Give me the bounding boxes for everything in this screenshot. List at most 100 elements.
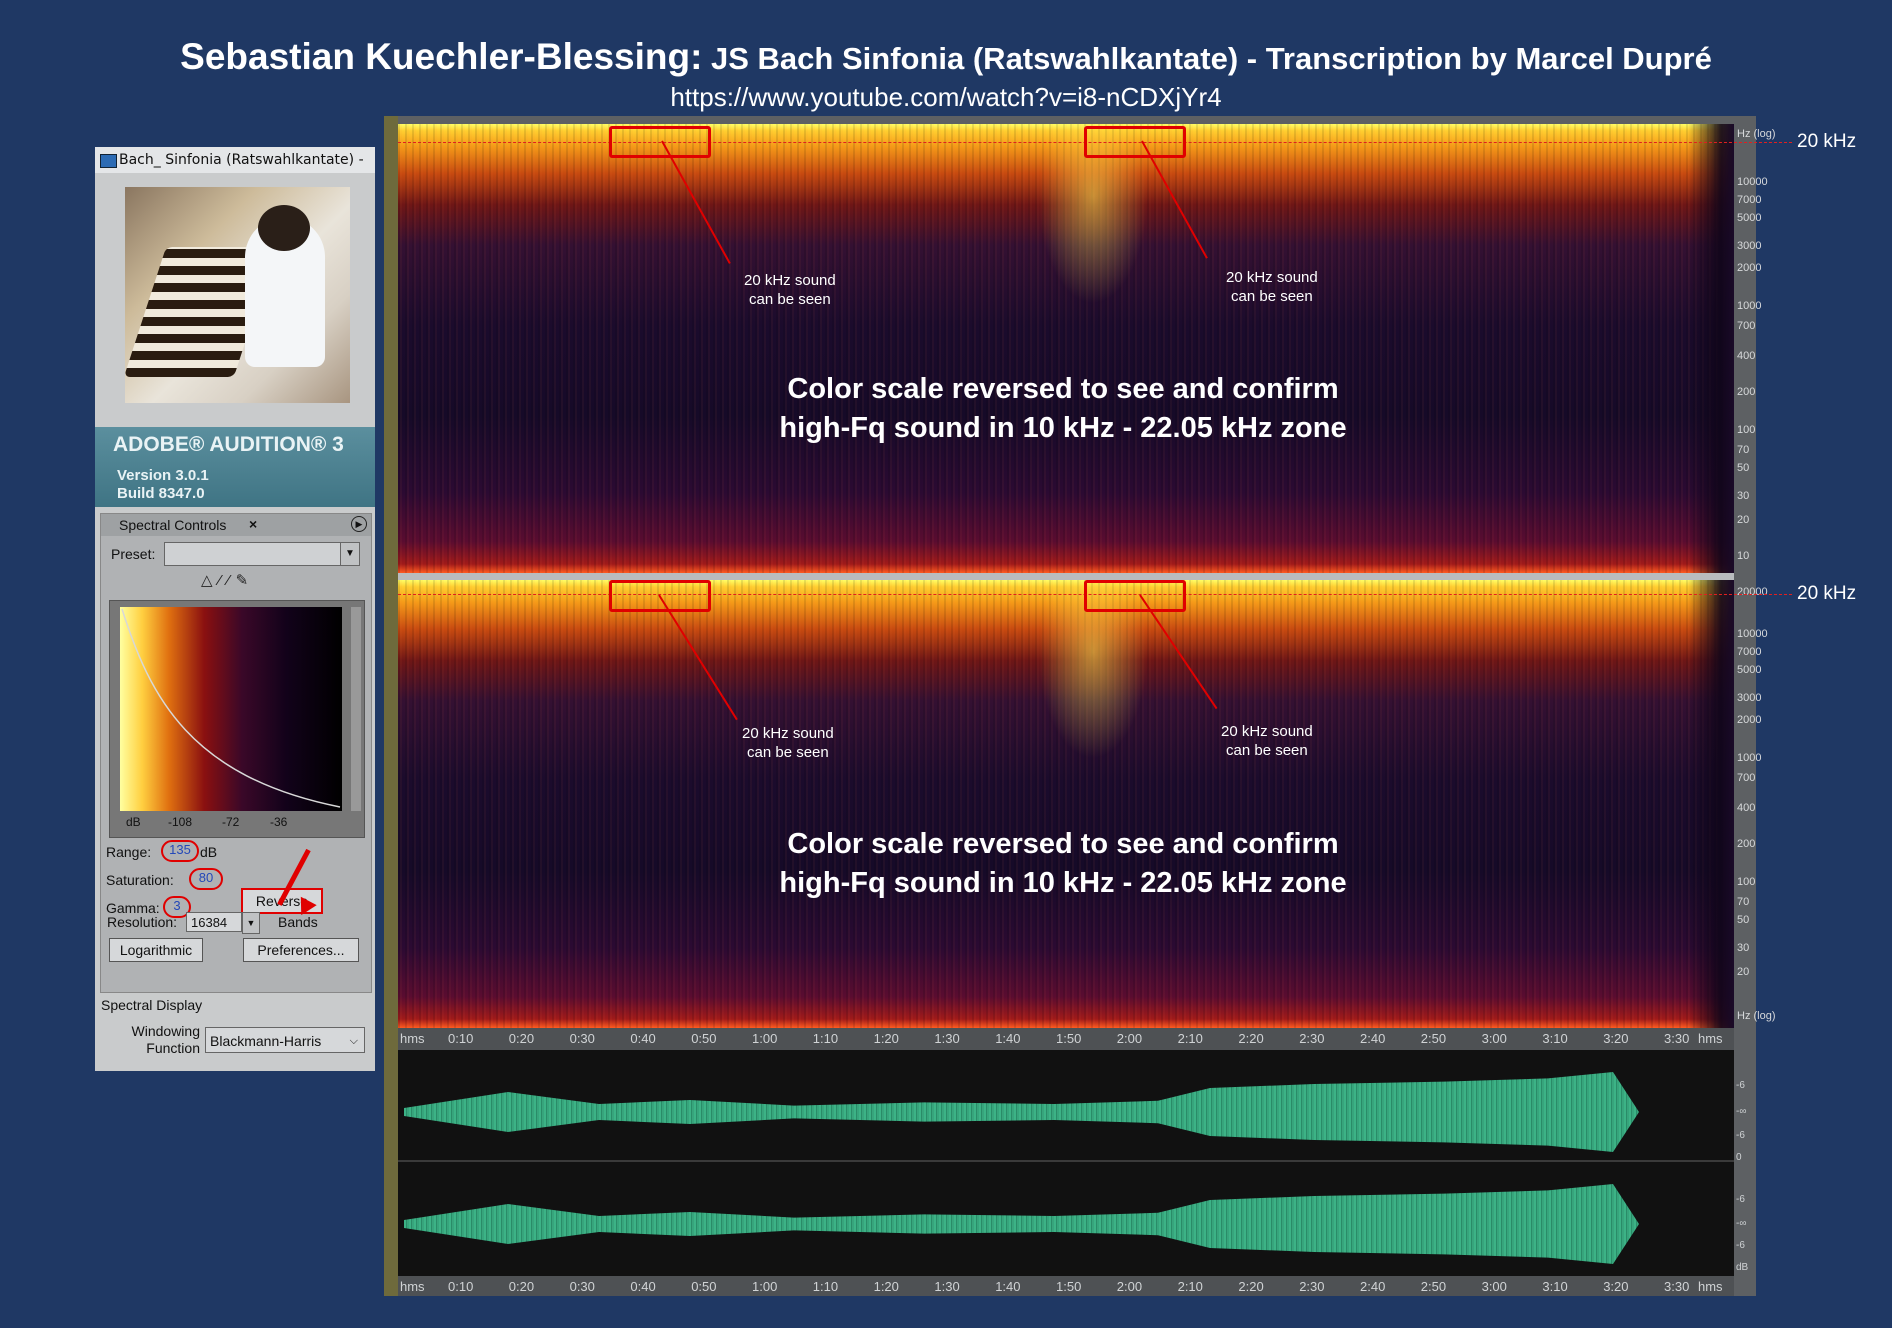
time-label: 2:20	[1238, 1031, 1264, 1046]
time-label: 1:00	[752, 1031, 778, 1046]
color-gradient	[120, 607, 342, 811]
waveform-left-channel	[404, 1072, 1639, 1152]
panel-menu-icon[interactable]: ▶	[351, 516, 367, 532]
freq-tick: 50	[1737, 914, 1750, 926]
time-label: 0:20	[508, 1031, 535, 1046]
time-label: 0:30	[569, 1279, 595, 1294]
freq-tick: 3000	[1737, 692, 1762, 704]
freq-tick: 5000	[1737, 212, 1762, 224]
eyedropper-alt-icon[interactable]: ⁄	[227, 572, 236, 589]
db-tick: dB	[1736, 1262, 1749, 1273]
delete-preset-icon[interactable]: △	[201, 572, 219, 589]
freq-tick: 1000	[1737, 752, 1762, 764]
annotation-line: 20 kHz sound	[1221, 723, 1313, 740]
freq-tick: 700	[1737, 320, 1756, 332]
20khz-label-bottom: 20 kHz	[1797, 583, 1857, 604]
time-label: 0:40	[630, 1279, 656, 1294]
time-label: 1:40	[995, 1279, 1021, 1294]
time-label: 2:50	[1420, 1031, 1447, 1046]
saturation-input[interactable]: 80	[189, 868, 223, 890]
time-label: 2:40	[1360, 1279, 1386, 1294]
time-label: 2:10	[1177, 1031, 1203, 1046]
time-label: 0:10	[448, 1031, 474, 1046]
editor-left-edge	[384, 116, 398, 1296]
freq-tick: 2000	[1737, 262, 1762, 274]
time-ruler[interactable]: hms 0:10 0:20 0:30 0:40 0:50 1:00 1:10 1:20 1:30 1…	[398, 1028, 1734, 1050]
frequency-axis-top: Hz (log) 10000 7000 5000 3000 2000 1000 …	[1734, 124, 1776, 573]
eyedropper-icon[interactable]: ⁄	[219, 572, 228, 589]
annotation-line: 20 kHz sound	[1226, 269, 1318, 286]
page-title: Sebastian Kuechler-Blessing: JS Bach Sin…	[0, 36, 1892, 78]
app-build: Build 8347.0	[117, 485, 205, 502]
color-scale-scrollbar[interactable]	[351, 607, 361, 811]
overlay-line: Color scale reversed to see and confirm	[787, 828, 1339, 860]
db-tick: -72	[222, 815, 240, 829]
chevron-down-icon[interactable]: ▼	[340, 543, 359, 565]
annotation-line: 20 kHz sound	[742, 725, 834, 742]
freq-tick: 7000	[1737, 646, 1762, 658]
freq-tick: 400	[1737, 350, 1756, 362]
freq-tick: 70	[1737, 896, 1750, 908]
time-label: 1:20	[873, 1279, 899, 1294]
time-label: 0:30	[569, 1031, 595, 1046]
freq-tick: 30	[1737, 942, 1750, 954]
preferences-button[interactable]: Preferences...	[243, 938, 359, 962]
time-label: 3:00	[1481, 1279, 1507, 1294]
time-label: hms	[400, 1031, 425, 1046]
db-tick: dB	[126, 815, 141, 829]
audition-banner: ADOBE® AUDITION® 3 Version 3.0.1 Build 8…	[95, 427, 375, 507]
brush-icon[interactable]: ✎	[236, 572, 255, 589]
time-label: 2:30	[1299, 1031, 1325, 1046]
20khz-label-top: 20 kHz	[1797, 131, 1857, 152]
gamma-curve	[121, 608, 341, 808]
freq-tick: 20000	[1737, 586, 1768, 598]
time-ruler-bottom[interactable]: hms 0:10 0:20 0:30 0:40 0:50 1:00 1:10 1:20 1:30 1…	[398, 1276, 1734, 1296]
channel-separator[interactable]	[398, 573, 1734, 580]
spectral-controls-panel: Spectral Controls × ▶ Preset: ▼ △⁄⁄✎ dB …	[100, 513, 372, 993]
annotation-text: 20 kHz sound can be seen	[742, 724, 834, 762]
time-label: 1:30	[934, 1031, 960, 1046]
freq-tick: 100	[1737, 876, 1756, 888]
freq-tick: 3000	[1737, 240, 1762, 252]
freq-tick: 10000	[1737, 176, 1768, 188]
preset-select[interactable]: ▼	[164, 542, 360, 566]
spectrogram-left-channel[interactable]	[398, 124, 1734, 573]
title-rest: JS Bach Sinfonia (Ratswahlkantate) - Tra…	[702, 41, 1712, 76]
freq-tick: 2000	[1737, 714, 1762, 726]
highlight-box	[1084, 126, 1186, 158]
spectrogram-right-channel[interactable]	[398, 580, 1734, 1028]
chevron-down-icon[interactable]: ⌵	[350, 1028, 358, 1054]
resolution-select[interactable]: 16384	[186, 912, 242, 932]
freq-tick: 30	[1737, 490, 1750, 502]
range-input[interactable]: 135	[161, 840, 199, 862]
freq-tick: 20	[1737, 966, 1750, 978]
freq-tick: Hz (log)	[1737, 128, 1776, 140]
range-label: Range:	[106, 844, 152, 860]
db-axis: -6 -∞ -6 0 -6 -∞ -6 dB	[1734, 1050, 1756, 1276]
time-label: 1:50	[1056, 1279, 1082, 1294]
annotation-text: 20 kHz sound can be seen	[744, 271, 836, 309]
waveform-view[interactable]	[398, 1050, 1734, 1276]
logarithmic-button[interactable]: Logarithmic	[109, 938, 203, 962]
range-unit: dB	[200, 844, 218, 860]
time-label: 2:40	[1360, 1031, 1386, 1046]
preset-label: Preset:	[111, 546, 156, 562]
time-label: 0:20	[508, 1279, 535, 1294]
db-tick: -108	[168, 815, 193, 829]
close-icon[interactable]: ×	[249, 516, 257, 532]
tab-spectral-controls[interactable]: Spectral Controls × ▶	[101, 514, 371, 536]
windowing-function-select[interactable]: Blackmann-Harris ⌵	[205, 1027, 365, 1053]
freq-tick: 400	[1737, 802, 1756, 814]
time-label: 3:10	[1542, 1279, 1568, 1294]
time-label: 3:10	[1542, 1031, 1568, 1046]
spectrogram-fade	[1688, 580, 1734, 1028]
annotation-line: can be seen	[1231, 288, 1313, 305]
overlay-line: Color scale reversed to see and confirm	[787, 373, 1339, 405]
overlay-text-top: Color scale reversed to see and confirm …	[748, 370, 1378, 448]
time-label: 3:20	[1603, 1279, 1629, 1294]
freq-tick: 10	[1737, 550, 1750, 562]
time-label: 2:50	[1420, 1279, 1447, 1294]
chevron-down-icon[interactable]: ▼	[242, 912, 260, 934]
spectrogram-fade	[1688, 124, 1734, 573]
color-scale-graph[interactable]: dB -108 -72 -36	[109, 600, 365, 838]
